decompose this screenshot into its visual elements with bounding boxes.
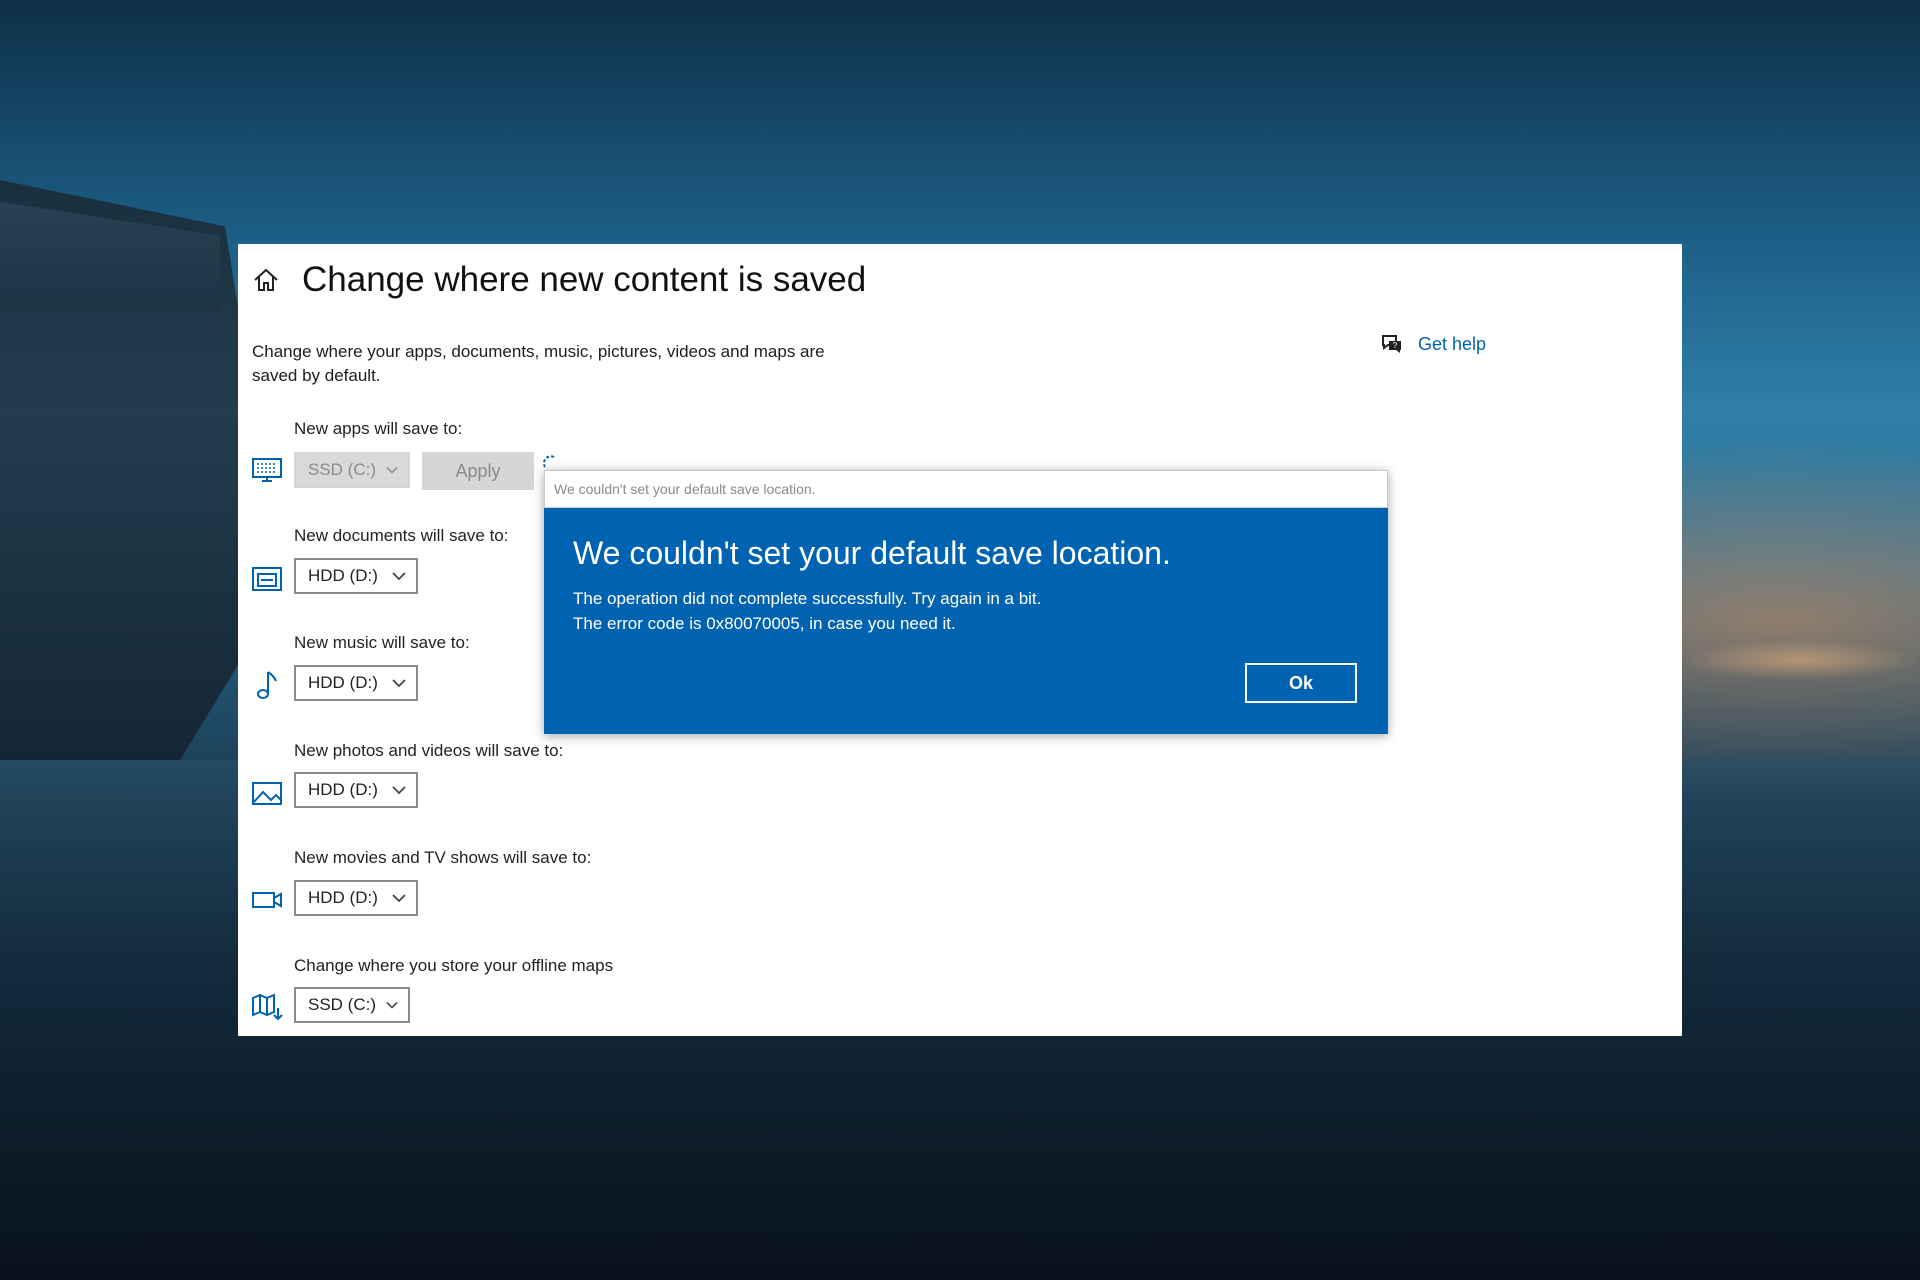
get-help-label: Get help: [1418, 333, 1487, 354]
chevron-down-icon: [392, 679, 406, 688]
dialog-message-line1: The operation did not complete successfu…: [573, 589, 1042, 608]
movies-save-label: New movies and TV shows will save to:: [294, 848, 592, 867]
apply-button[interactable]: Apply: [422, 452, 534, 490]
error-dialog: We couldn't set your default save locati…: [544, 470, 1388, 734]
background-sunset-glow: [1680, 640, 1920, 680]
dialog-title-bar: We couldn't set your default save locati…: [544, 470, 1388, 508]
photos-save-label: New photos and videos will save to:: [294, 741, 564, 760]
chevron-down-icon: [392, 786, 406, 795]
chevron-down-icon: [392, 572, 406, 581]
chevron-down-icon: [392, 894, 406, 903]
map-download-icon: [252, 993, 283, 1021]
music-drive-dropdown[interactable]: HDD (D:): [294, 665, 418, 701]
documents-save-label: New documents will save to:: [294, 526, 509, 545]
dialog-message: The operation did not complete successfu…: [573, 586, 1041, 636]
dialog-body: We couldn't set your default save locati…: [544, 508, 1388, 734]
documents-icon: [252, 567, 282, 591]
maps-drive-dropdown[interactable]: SSD (C:): [294, 987, 410, 1023]
svg-text:?: ?: [1393, 341, 1398, 350]
music-note-icon: [257, 671, 277, 699]
movies-drive-dropdown[interactable]: HDD (D:): [294, 880, 418, 916]
dialog-message-line2: The error code is 0x80070005, in case yo…: [573, 614, 956, 633]
page-title: Change where new content is saved: [302, 260, 867, 299]
chevron-down-icon: [386, 466, 398, 474]
ok-button[interactable]: Ok: [1245, 663, 1357, 703]
picture-icon: [252, 782, 282, 805]
get-help-link[interactable]: ? Get help: [1380, 332, 1486, 356]
help-chat-icon: ?: [1382, 335, 1401, 353]
music-save-label: New music will save to:: [294, 633, 470, 652]
home-icon[interactable]: [252, 266, 280, 294]
apps-save-label: New apps will save to:: [294, 419, 463, 438]
monitor-icon: [252, 458, 282, 482]
loading-spinner-icon: [542, 455, 555, 468]
dialog-heading: We couldn't set your default save locati…: [573, 535, 1171, 571]
photos-drive-dropdown[interactable]: HDD (D:): [294, 772, 418, 808]
maps-store-label: Change where you store your offline maps: [294, 956, 614, 975]
chevron-down-icon: [386, 1001, 398, 1009]
page-description: Change where your apps, documents, music…: [252, 342, 825, 385]
video-camera-icon: [252, 892, 282, 908]
apps-drive-dropdown[interactable]: SSD (C:): [294, 452, 410, 488]
documents-drive-dropdown[interactable]: HDD (D:): [294, 558, 418, 594]
